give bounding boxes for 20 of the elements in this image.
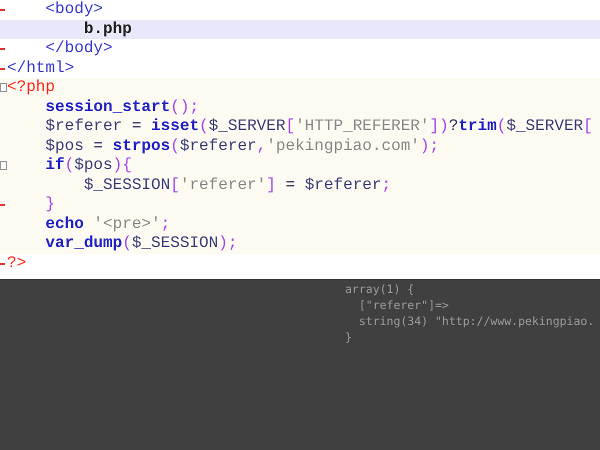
code-line: $pos = strpos($referer,'pekingpiao.com');	[44, 136, 440, 154]
code-line: </html>	[7, 58, 74, 76]
code-line: var_dump($_SESSION);	[44, 234, 238, 252]
output-line: array(1) {	[345, 281, 416, 297]
code-line: ?>	[7, 254, 26, 272]
code-line: <body>	[44, 0, 104, 18]
code-line: session_start();	[44, 98, 200, 116]
fold-icon[interactable]	[0, 83, 7, 92]
output-line: string(34) "http://www.pekingpiao.	[358, 313, 596, 329]
code-line: $referer = isset($_SERVER['HTTP_REFERER'])?trim($_SERVER[	[44, 117, 593, 135]
code-line: echo '<pre>';	[44, 214, 170, 232]
output-line: ["referer"]=>	[358, 297, 450, 313]
code-line: if($pos){	[44, 156, 132, 174]
output-line: }	[345, 329, 353, 345]
code-line: }	[44, 195, 56, 213]
fold-icon[interactable]	[0, 161, 7, 170]
code-line: <?php	[7, 78, 56, 96]
code-line: </body>	[44, 39, 113, 57]
code-line: b.php	[82, 20, 132, 38]
code-line: $_SESSION['referer'] = $referer;	[82, 176, 392, 194]
